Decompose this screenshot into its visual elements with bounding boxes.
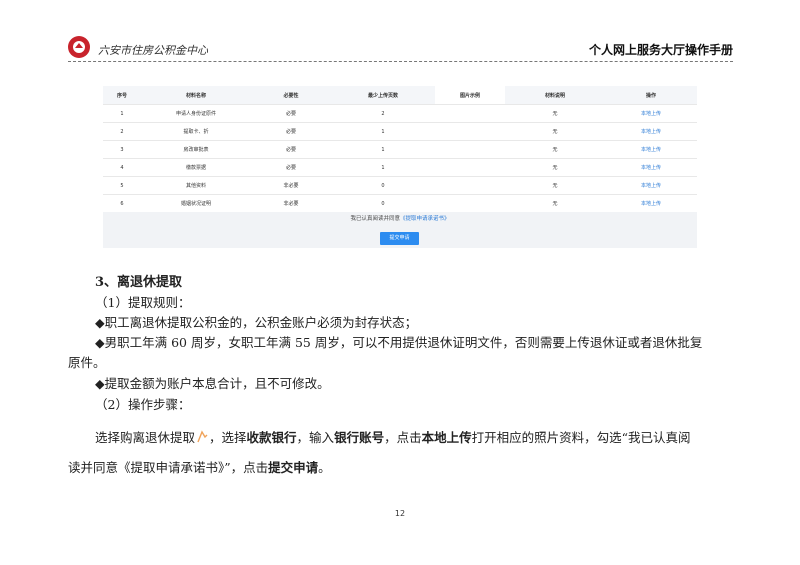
row-min-pages: 2: [331, 104, 435, 123]
col-header: 图片示例: [435, 86, 505, 105]
commitment-letter-link[interactable]: 《提取申请承诺书》: [400, 216, 450, 222]
row-required: 非必要: [251, 194, 331, 212]
row-min-pages: 0: [331, 194, 435, 212]
row-no: 1: [103, 104, 141, 123]
row-example: [435, 122, 505, 141]
row-example: [435, 140, 505, 159]
agreement-text: 我已认真阅读并同意: [350, 216, 400, 222]
steps-text: 。: [318, 460, 331, 475]
col-header: 最少上传页数: [331, 86, 435, 105]
row-no: 3: [103, 140, 141, 159]
row-min-pages: 1: [331, 122, 435, 141]
col-header: 材料说明: [505, 86, 605, 105]
row-name: 婚姻状况证明: [141, 194, 251, 212]
row-desc: 无: [505, 176, 605, 195]
col-header: 材料名称: [141, 86, 251, 105]
rule-bullet: ◆提取金额为账户本息合计，且不可修改。: [95, 376, 330, 391]
upload-link[interactable]: 本地上传: [605, 158, 697, 177]
steps-paragraph-line2: 读并同意《提取申请承诺书》”，点击提交申请。: [68, 459, 331, 477]
row-required: 必要: [251, 158, 331, 177]
org-name: 六安市住房公积金中心: [98, 44, 208, 57]
row-example: [435, 158, 505, 177]
row-no: 5: [103, 176, 141, 195]
table-row: 3 房改审批表 必要 1 无 本地上传: [103, 140, 697, 159]
section-title: 3、离退休提取: [95, 275, 183, 290]
steps-text: 打开相应的照片资料，勾选“我已认真阅: [471, 430, 691, 445]
row-name: 房改审批表: [141, 140, 251, 159]
doc-title: 个人网上服务大厅操作手册: [588, 43, 733, 57]
steps-text: 读并同意《提取申请承诺书》”，点击: [68, 460, 269, 475]
row-desc: 无: [505, 140, 605, 159]
upload-link[interactable]: 本地上传: [605, 194, 697, 212]
table-header-row: 序号 材料名称 必要性 最少上传页数 图片示例 材料说明 操作: [103, 86, 697, 105]
row-name: 申请人身份证原件: [141, 104, 251, 123]
retirement-withdraw-icon: [197, 430, 208, 443]
rule-bullet-continued: 原件。: [68, 355, 106, 370]
row-desc: 无: [505, 104, 605, 123]
row-example: [435, 194, 505, 212]
row-no: 2: [103, 122, 141, 141]
steps-text: 选择购离退休提取: [95, 430, 196, 445]
row-name: 缴款票据: [141, 158, 251, 177]
submit-application-button[interactable]: 提交申请: [380, 232, 419, 245]
upload-link[interactable]: 本地上传: [605, 122, 697, 141]
row-name: 提取卡、折: [141, 122, 251, 141]
page-number: 12: [394, 509, 406, 518]
table-row: 2 提取卡、折 必要 1 无 本地上传: [103, 122, 697, 141]
row-name: 其他资料: [141, 176, 251, 195]
header-divider: [68, 61, 733, 62]
col-header: 序号: [103, 86, 141, 105]
steps-bold: 本地上传: [421, 430, 472, 445]
steps-bold: 收款银行: [246, 430, 297, 445]
rule-bullet: ◆职工离退休提取公积金的，公积金账户必须为封存状态；: [95, 315, 418, 330]
steps-bold: 提交申请: [268, 460, 319, 475]
rule-heading: （1）提取规则：: [95, 295, 191, 310]
row-min-pages: 1: [331, 140, 435, 159]
col-header: 操作: [605, 86, 697, 105]
table-row: 4 缴款票据 必要 1 无 本地上传: [103, 158, 697, 177]
row-required: 必要: [251, 122, 331, 141]
embedded-screenshot: 序号 材料名称 必要性 最少上传页数 图片示例 材料说明 操作 1 申请人身份证…: [103, 86, 697, 248]
row-required: 必要: [251, 140, 331, 159]
row-desc: 无: [505, 158, 605, 177]
steps-text: ，选择: [209, 430, 247, 445]
rule-bullet: ◆男职工年满 60 周岁，女职工年满 55 周岁，可以不用提供退休证明文件，否则…: [95, 335, 703, 350]
steps-bold: 银行账号: [334, 430, 385, 445]
row-no: 4: [103, 158, 141, 177]
steps-text: ，点击: [384, 430, 422, 445]
agreement-line: 我已认真阅读并同意《提取申请承诺书》: [103, 214, 697, 222]
table-row: 1 申请人身份证原件 必要 2 无 本地上传: [103, 104, 697, 123]
steps-text: ，输入: [296, 430, 335, 445]
row-min-pages: 1: [331, 158, 435, 177]
page-header: 六安市住房公积金中心 个人网上服务大厅操作手册: [68, 34, 733, 64]
col-header: 必要性: [251, 86, 331, 105]
upload-link[interactable]: 本地上传: [605, 176, 697, 195]
row-no: 6: [103, 194, 141, 212]
row-example: [435, 104, 505, 123]
row-required: 必要: [251, 104, 331, 123]
materials-table: 序号 材料名称 必要性 最少上传页数 图片示例 材料说明 操作 1 申请人身份证…: [103, 86, 697, 212]
row-required: 非必要: [251, 176, 331, 195]
steps-paragraph-line1: 选择购离退休提取 ，选择收款银行，输入银行账号，点击本地上传打开相应的照片资料，勾…: [95, 429, 691, 447]
table-row: 6 婚姻状况证明 非必要 0 无 本地上传: [103, 194, 697, 212]
row-desc: 无: [505, 122, 605, 141]
row-min-pages: 0: [331, 176, 435, 195]
row-desc: 无: [505, 194, 605, 212]
steps-heading: （2）操作步骤：: [95, 397, 191, 412]
row-example: [435, 176, 505, 195]
housing-fund-logo-icon: [68, 36, 90, 58]
table-row: 5 其他资料 非必要 0 无 本地上传: [103, 176, 697, 195]
upload-link[interactable]: 本地上传: [605, 104, 697, 123]
upload-link[interactable]: 本地上传: [605, 140, 697, 159]
